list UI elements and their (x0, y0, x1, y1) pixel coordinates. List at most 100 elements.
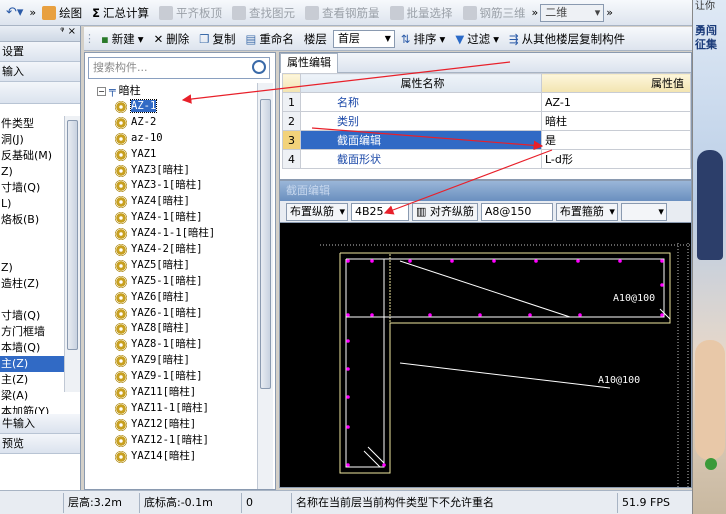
tree-item[interactable]: YAZ4-1[暗柱] (85, 210, 255, 226)
tree-item[interactable]: YAZ6[暗柱] (85, 290, 255, 306)
align-slab-top-button[interactable]: 平齐板顶 (155, 2, 226, 24)
floor-select[interactable]: 首层 (332, 29, 395, 48)
undo-button[interactable]: ↶▾ (2, 2, 27, 24)
extra-options-select[interactable] (620, 202, 667, 221)
tree-item[interactable]: YAZ5-1[暗柱] (85, 274, 255, 290)
stirrup-input[interactable]: A8@150 (480, 202, 553, 221)
tree-item[interactable]: YAZ11[暗柱] (85, 385, 255, 401)
component-type-item[interactable]: 洞(J) (0, 132, 64, 148)
component-type-item[interactable]: 主(Z) (0, 356, 64, 372)
place-stirrup-button[interactable]: 布置箍筋 (555, 202, 618, 221)
tree-item[interactable]: YAZ8-1[暗柱] (85, 337, 255, 353)
rebar-point (346, 463, 350, 467)
tree-item[interactable]: YAZ4-2[暗柱] (85, 242, 255, 258)
summary-calc-button[interactable]: Σ 汇总计算 (88, 2, 153, 24)
component-type-item[interactable] (0, 292, 64, 308)
search-icon[interactable] (252, 60, 266, 74)
copy-from-floor-button[interactable]: ⇶ 从其他楼层复制构件 (505, 28, 629, 50)
component-type-item[interactable]: 方门框墙 (0, 324, 64, 340)
find-element-button[interactable]: 查找图元 (228, 2, 299, 24)
component-type-item[interactable]: 造柱(Z) (0, 276, 64, 292)
tree-item[interactable]: YAZ6-1[暗柱] (85, 306, 255, 322)
tree-root-node[interactable]: − ╤ 暗柱 (85, 83, 255, 99)
panel-pin-close[interactable]: ᵠ × (0, 26, 80, 42)
property-row[interactable]: 4 截面形状 L-d形 (282, 149, 691, 169)
longitudinal-rebar-input[interactable]: 4B25 (351, 202, 409, 221)
view-rebar-button[interactable]: 查看钢筋量 (301, 2, 384, 24)
overflow-chevron-icon[interactable]: » (532, 6, 539, 19)
component-type-item[interactable]: 件类型 (0, 116, 64, 132)
tree-item[interactable]: YAZ3[暗柱] (85, 163, 255, 179)
component-type-item[interactable]: 反基础(M) (0, 148, 64, 164)
new-button[interactable]: ▪ 新建 ▾ (97, 28, 148, 50)
property-value[interactable]: 是 (541, 130, 691, 150)
rename-button[interactable]: ▤ 重命名 (242, 28, 298, 50)
tree-item[interactable]: az-10 (85, 131, 255, 147)
place-longitudinal-rebar-button[interactable]: 布置纵筋 (286, 202, 348, 221)
nav-scrollbar[interactable] (64, 116, 80, 392)
component-type-item[interactable]: 主(Z) (0, 372, 64, 388)
section-drawing-canvas[interactable]: A10@100 A10@100 (280, 223, 692, 488)
batch-select-button[interactable]: 批量选择 (386, 2, 457, 24)
status-bar: 层高:3.2m 底标高:-0.1m 0 名称在当前层当前构件类型下不允许重名 5… (0, 490, 692, 514)
component-type-item[interactable]: Z) (0, 164, 64, 180)
tree-item[interactable]: YAZ12-1[暗柱] (85, 433, 255, 449)
tree-item[interactable]: YAZ11-1[暗柱] (85, 401, 255, 417)
align-rebar-button[interactable]: ▥ 对齐纵筋 (412, 202, 478, 221)
component-type-item[interactable]: 烙板(B) (0, 212, 64, 228)
property-row[interactable]: 2 类别 暗柱 (282, 111, 691, 131)
property-row[interactable]: 3 截面编辑是 (282, 130, 691, 150)
rebar-3d-button[interactable]: 钢筋三维 (459, 2, 530, 24)
tree-item-label: YAZ4-2[暗柱] (131, 243, 203, 256)
tree-item[interactable]: YAZ4-1-1[暗柱] (85, 226, 255, 242)
tree-item[interactable]: AZ-2 (85, 115, 255, 131)
nav-section-table-input[interactable]: 牛输入 (0, 414, 80, 434)
draw-button[interactable]: 绘图 (38, 2, 86, 24)
tree-item[interactable]: YAZ9[暗柱] (85, 353, 255, 369)
scrollbar-thumb[interactable] (260, 99, 271, 389)
tree-item[interactable]: YAZ12[暗柱] (85, 417, 255, 433)
delete-button[interactable]: ✕ 删除 (150, 28, 194, 50)
filter-button[interactable]: ▼ 过滤 ▾ (451, 28, 503, 50)
tree-item[interactable]: YAZ4[暗柱] (85, 194, 255, 210)
component-type-item[interactable]: Z) (0, 260, 64, 276)
nav-section-preview[interactable]: 预览 (0, 434, 80, 454)
tree-item[interactable]: AZ-1 (85, 99, 255, 115)
property-value[interactable]: AZ-1 (541, 92, 691, 112)
property-value[interactable]: L-d形 (541, 149, 691, 169)
gear-icon (115, 307, 127, 320)
property-value[interactable]: 暗柱 (541, 111, 691, 131)
nav-section-settings[interactable]: 设置 (0, 42, 80, 62)
sort-button[interactable]: ⇅ 排序 ▾ (397, 28, 449, 50)
collapse-icon[interactable]: − (97, 86, 106, 96)
view-mode-combo[interactable]: 二维 (540, 3, 605, 22)
tree-item[interactable]: YAZ5[暗柱] (85, 258, 255, 274)
overflow-chevron-icon[interactable]: » (29, 6, 36, 19)
property-row[interactable]: 1 名称 AZ-1 (282, 92, 691, 112)
tree-item[interactable]: YAZ14[暗柱] (85, 449, 255, 465)
copy-button[interactable]: ❐ 复制 (195, 28, 239, 50)
ad-banner[interactable]: 让你 勇闯 征集 (692, 0, 726, 514)
rebar-point (346, 367, 350, 371)
ad-figure-image (697, 150, 723, 260)
tree-item[interactable]: YAZ8[暗柱] (85, 321, 255, 337)
nav-section-input[interactable]: 输入 (0, 62, 80, 82)
component-type-item[interactable] (0, 228, 64, 244)
component-type-item[interactable]: 梁(A) (0, 388, 64, 404)
draw-icon (42, 5, 57, 20)
component-type-item[interactable] (0, 244, 64, 260)
tree-item[interactable]: YAZ3-1[暗柱] (85, 178, 255, 194)
tree-item[interactable]: YAZ9-1[暗柱] (85, 369, 255, 385)
scrollbar-thumb[interactable] (67, 120, 78, 350)
tree-scrollbar[interactable] (257, 83, 273, 489)
component-tree: − ╤ 暗柱 AZ-1 AZ-2 az-10 YAZ1 YAZ3[暗柱] YAZ3-1[暗柱]… (85, 83, 255, 489)
component-type-item[interactable]: L) (0, 196, 64, 212)
tree-item[interactable]: YAZ1 (85, 147, 255, 163)
overflow-chevron-icon[interactable]: » (606, 6, 613, 19)
search-input[interactable]: 搜索构件... (88, 57, 270, 79)
component-type-item[interactable]: 寸墙(Q) (0, 180, 64, 196)
property-index: 2 (282, 111, 301, 131)
component-type-item[interactable]: 寸墙(Q) (0, 308, 64, 324)
tab-property-edit[interactable]: 属性编辑 (280, 53, 338, 73)
component-type-item[interactable]: 本墙(Q) (0, 340, 64, 356)
